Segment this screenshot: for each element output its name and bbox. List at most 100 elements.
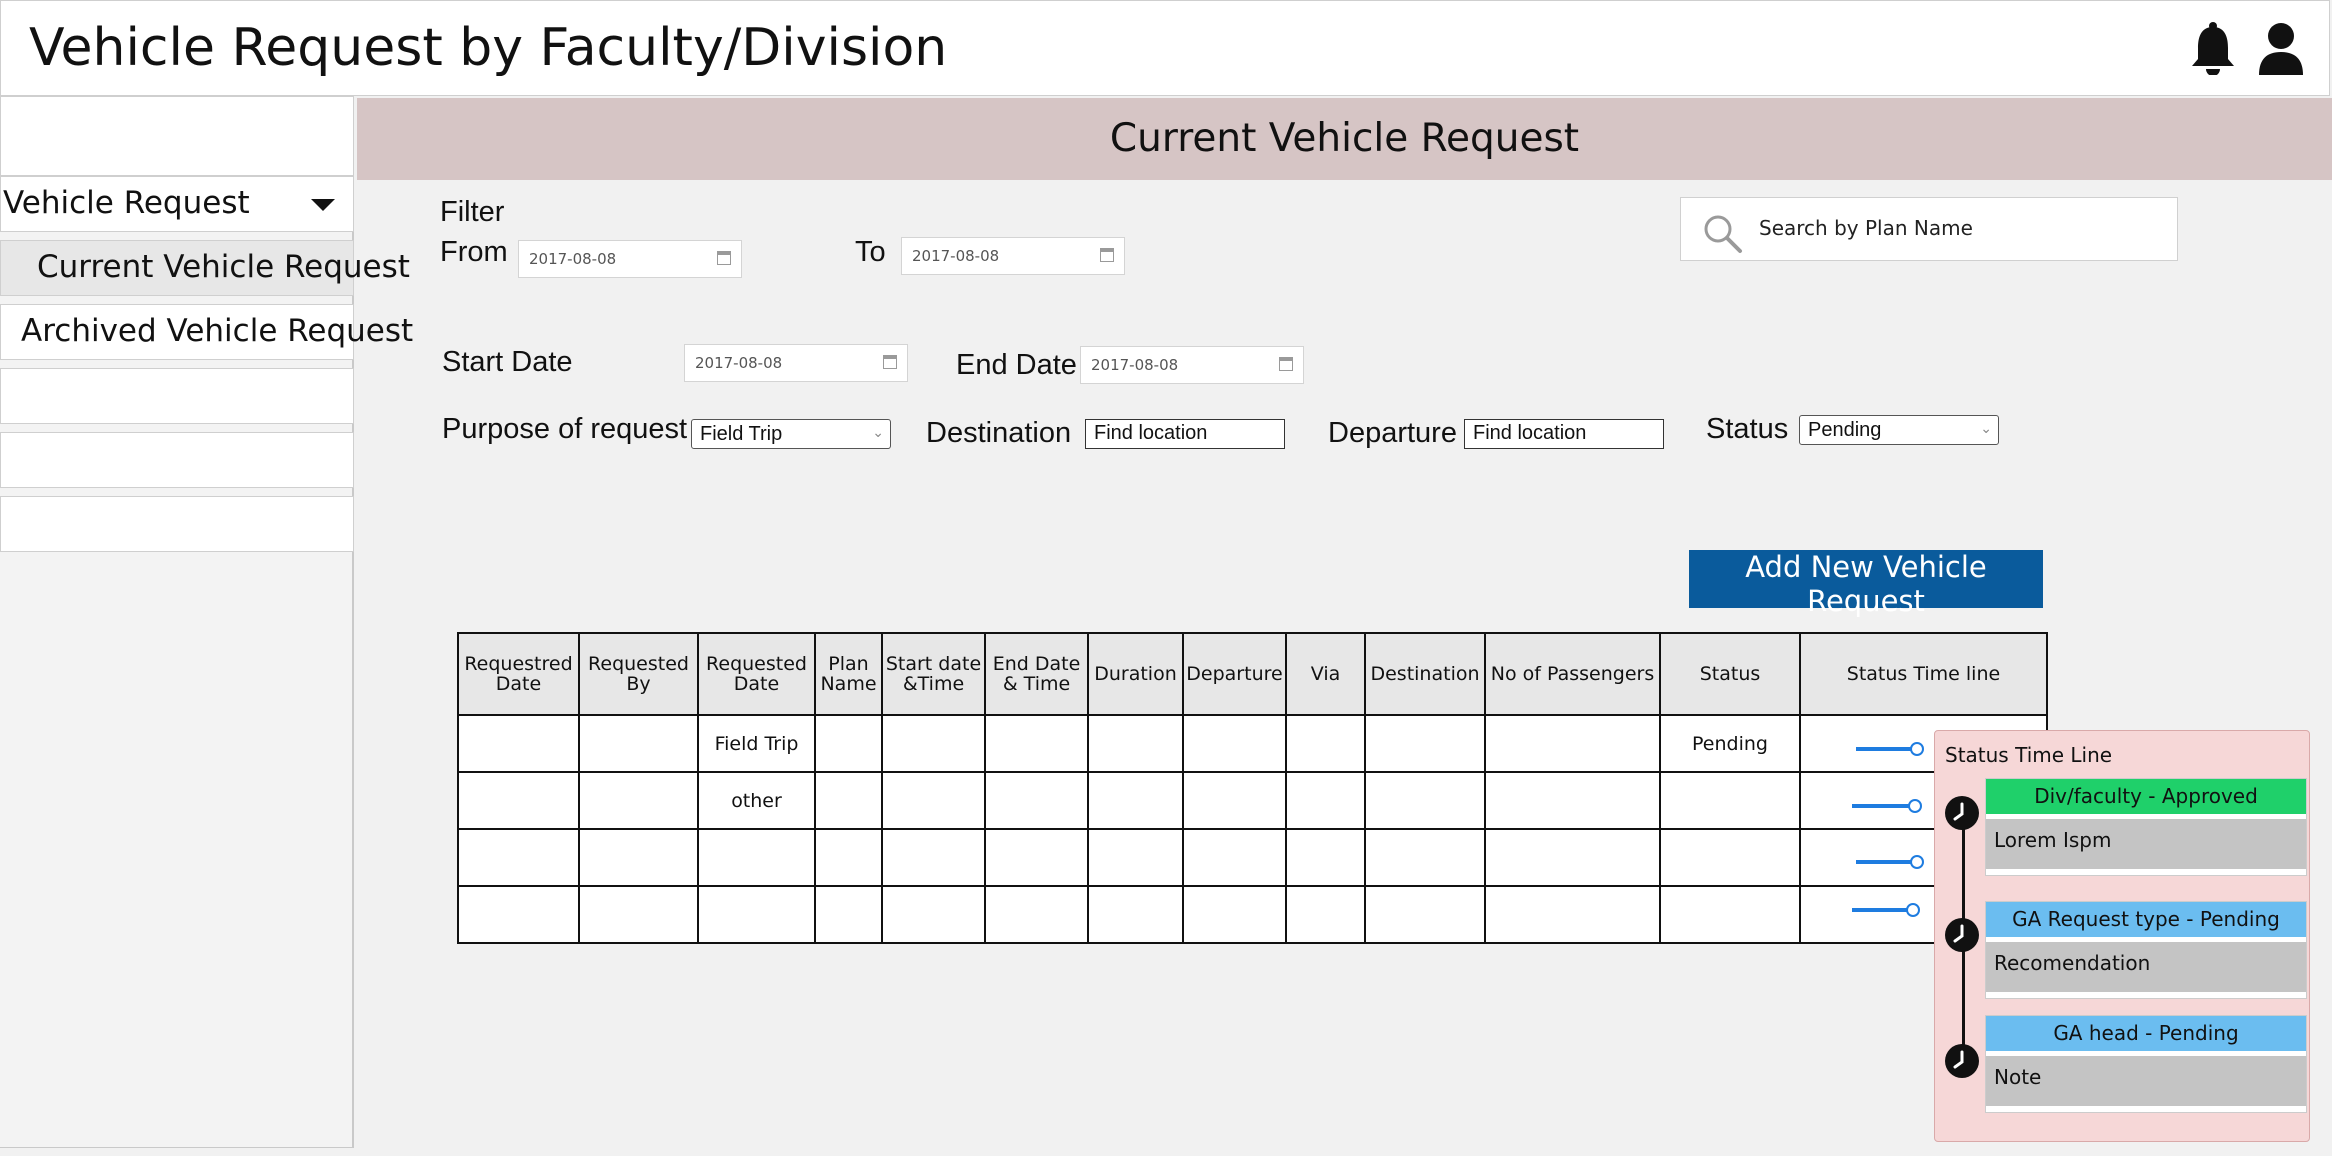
app-title: Vehicle Request by Faculty/Division	[29, 18, 948, 78]
status-label: Status	[1706, 413, 1789, 445]
timeline-entry-note: Lorem Ispm	[1986, 819, 2306, 869]
table-cell	[881, 885, 986, 944]
sidebar-item-archived-vehicle-request[interactable]: Archived Vehicle Request	[0, 304, 413, 360]
calendar-icon[interactable]	[883, 355, 897, 369]
column-header[interactable]: Duration	[1087, 632, 1184, 716]
slider-handle[interactable]	[1906, 903, 1920, 917]
sidebar-item-empty[interactable]	[0, 496, 354, 552]
timeline-entry-status: GA Request type - Pending	[1986, 902, 2306, 937]
table-row[interactable]	[457, 885, 2048, 944]
table-cell	[881, 771, 986, 830]
table-cell	[1087, 885, 1184, 944]
status-timeline-slider[interactable]	[1852, 908, 1914, 912]
end-date-value: 2017-08-08	[1091, 356, 1179, 374]
table-row[interactable]: other	[457, 771, 2048, 830]
purpose-select[interactable]: Field Trip ⌄	[691, 419, 891, 449]
column-header[interactable]: Status Time line	[1799, 632, 2048, 716]
sidebar-item-empty[interactable]	[0, 432, 354, 488]
column-header[interactable]: Plan Name	[814, 632, 883, 716]
clock-icon	[1945, 1044, 1979, 1078]
timeline-entry: GA Request type - Pending Recomendation	[1985, 901, 2307, 999]
status-timeline-slider[interactable]	[1852, 804, 1916, 808]
column-header[interactable]: Departure	[1182, 632, 1287, 716]
destination-label: Destination	[926, 417, 1072, 449]
table-cell	[1285, 885, 1366, 944]
column-header[interactable]: End Date & Time	[984, 632, 1089, 716]
status-select[interactable]: Pending ⌄	[1799, 415, 1999, 445]
table-cell	[1087, 771, 1184, 830]
search-input[interactable]: Search by Plan Name	[1759, 216, 1973, 240]
vehicle-request-table: Requestred Date Requested By Requested D…	[457, 632, 2048, 944]
table-row[interactable]: Field Trip Pending	[457, 714, 2048, 773]
column-header[interactable]: No of Passengers	[1484, 632, 1661, 716]
table-cell	[578, 714, 699, 773]
column-header[interactable]: Requested Date	[697, 632, 816, 716]
slider-handle[interactable]	[1910, 742, 1924, 756]
calendar-icon[interactable]	[717, 251, 731, 265]
column-header[interactable]: Via	[1285, 632, 1366, 716]
slider-handle[interactable]	[1910, 855, 1924, 869]
sidebar-top-panel	[0, 96, 354, 176]
start-date-input[interactable]: 2017-08-08	[684, 344, 908, 382]
table-cell	[984, 828, 1089, 887]
table-cell	[1364, 771, 1486, 830]
table-cell	[1659, 828, 1801, 887]
table-cell	[578, 771, 699, 830]
search-box[interactable]: Search by Plan Name	[1680, 197, 2178, 261]
table-cell	[578, 885, 699, 944]
bell-icon[interactable]	[2187, 21, 2239, 75]
timeline-entry: GA head - Pending Note	[1985, 1015, 2307, 1113]
table-cell	[1659, 885, 1801, 944]
table-cell	[1182, 714, 1287, 773]
search-icon	[1704, 215, 1742, 253]
slider-handle[interactable]	[1908, 799, 1922, 813]
sidebar-dropdown-vehicle-request[interactable]: Vehicle Request	[0, 176, 354, 232]
end-date-input[interactable]: 2017-08-08	[1080, 346, 1304, 384]
timeline-entry: Div/faculty - Approved Lorem Ispm	[1985, 778, 2307, 876]
table-cell	[1484, 714, 1661, 773]
table-cell	[814, 714, 883, 773]
table-cell	[814, 828, 883, 887]
table-cell	[697, 885, 816, 944]
table-row[interactable]	[457, 828, 2048, 887]
table-cell	[457, 714, 580, 773]
table-cell	[984, 714, 1089, 773]
table-cell	[881, 714, 986, 773]
from-date-input[interactable]: 2017-08-08	[518, 240, 742, 278]
start-date-value: 2017-08-08	[695, 354, 783, 372]
calendar-icon[interactable]	[1100, 248, 1114, 262]
timeline-entry-note: Recomendation	[1986, 942, 2306, 992]
table-cell	[1182, 771, 1287, 830]
table-cell: Pending	[1659, 714, 1801, 773]
status-timeline-slider[interactable]	[1856, 860, 1918, 864]
column-header[interactable]: Requested By	[578, 632, 699, 716]
start-date-label: Start Date	[442, 346, 573, 378]
table-cell	[1285, 771, 1366, 830]
user-icon[interactable]	[2255, 21, 2307, 75]
table-cell	[1484, 828, 1661, 887]
sidebar-item-empty[interactable]	[0, 368, 354, 424]
column-header[interactable]: Destination	[1364, 632, 1486, 716]
chevron-down-icon: ⌄	[1980, 420, 1992, 436]
to-date-input[interactable]: 2017-08-08	[901, 237, 1125, 275]
table-cell: Field Trip	[697, 714, 816, 773]
purpose-value: Field Trip	[700, 423, 783, 445]
column-header[interactable]: Status	[1659, 632, 1801, 716]
to-date-value: 2017-08-08	[912, 247, 1000, 265]
table-cell	[984, 771, 1089, 830]
status-timeline-slider[interactable]	[1856, 747, 1918, 751]
column-header[interactable]: Start date &Time	[881, 632, 986, 716]
table-cell	[1182, 885, 1287, 944]
column-header[interactable]: Requestred Date	[457, 632, 580, 716]
table-cell	[814, 885, 883, 944]
add-vehicle-request-button[interactable]: Add New Vehicle Request	[1689, 550, 2043, 618]
table-cell	[1182, 828, 1287, 887]
calendar-icon[interactable]	[1279, 357, 1293, 371]
purpose-label: Purpose of request	[442, 413, 688, 445]
sidebar-item-current-vehicle-request[interactable]: Current Vehicle Request	[0, 240, 410, 296]
departure-input[interactable]: Find location	[1464, 419, 1664, 449]
table-cell	[1484, 771, 1661, 830]
clock-icon	[1945, 918, 1979, 952]
table-cell	[578, 828, 699, 887]
destination-input[interactable]: Find location	[1085, 419, 1285, 449]
